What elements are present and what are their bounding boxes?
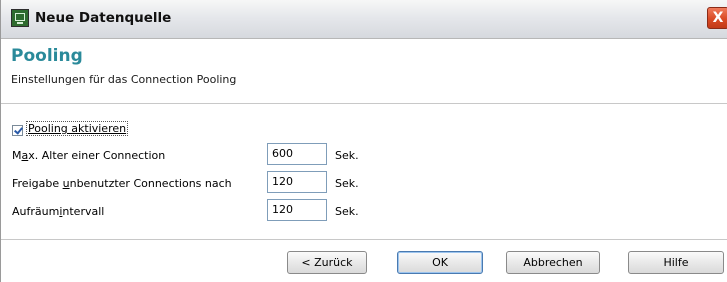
ok-button[interactable]: OK bbox=[397, 251, 483, 274]
pooling-checkbox-label[interactable]: Pooling aktivieren bbox=[25, 121, 129, 136]
cleanup-interval-input[interactable]: 120 bbox=[267, 199, 327, 221]
help-button[interactable]: Hilfe bbox=[628, 251, 724, 274]
cleanup-interval-unit: Sek. bbox=[335, 205, 359, 218]
max-age-unit: Sek. bbox=[335, 149, 359, 162]
cancel-button[interactable]: Abbrechen bbox=[506, 251, 600, 274]
release-unused-label: Freigabe unbenutzter Connections nach bbox=[12, 177, 232, 190]
app-icon bbox=[11, 9, 29, 27]
back-button[interactable]: < Zurück bbox=[287, 251, 367, 274]
release-unused-unit: Sek. bbox=[335, 177, 359, 190]
max-age-label: Max. Alter einer Connection bbox=[12, 149, 166, 162]
header-divider bbox=[1, 103, 727, 104]
cleanup-interval-label: Aufräumintervall bbox=[12, 205, 105, 218]
title-bar[interactable]: Neue Datenquelle X bbox=[1, 0, 727, 39]
page-subtitle: Einstellungen für das Connection Pooling bbox=[11, 73, 237, 86]
dialog-window: Neue Datenquelle X Pooling Einstellungen… bbox=[0, 0, 727, 282]
page-title: Pooling bbox=[11, 46, 83, 66]
close-button[interactable]: X bbox=[707, 7, 727, 29]
footer-divider bbox=[1, 239, 727, 240]
window-title: Neue Datenquelle bbox=[35, 10, 172, 26]
release-unused-input[interactable]: 120 bbox=[267, 171, 327, 193]
pooling-checkbox[interactable] bbox=[12, 125, 23, 136]
max-age-input[interactable]: 600 bbox=[267, 143, 327, 165]
